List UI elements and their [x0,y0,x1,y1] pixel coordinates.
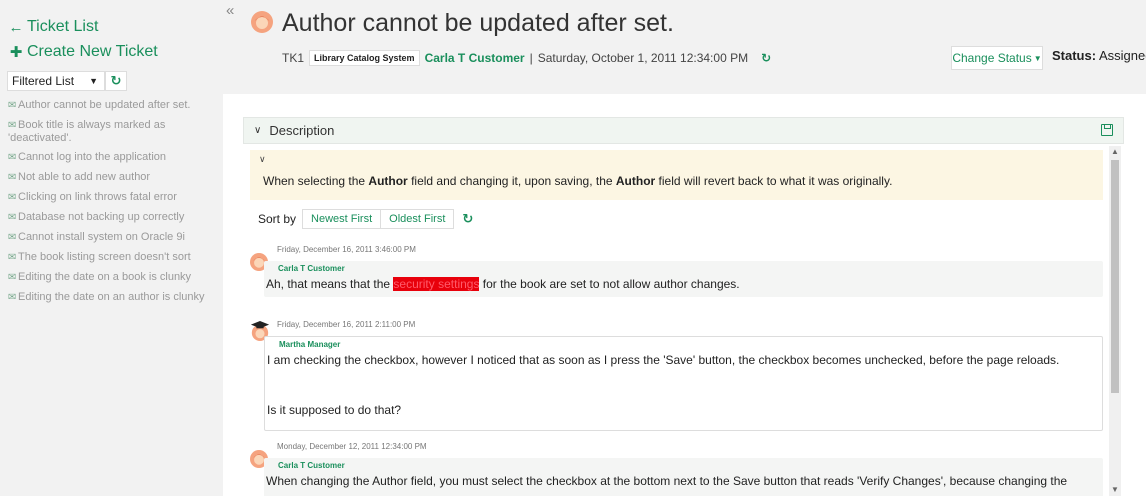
arrow-left-icon: ← [8,18,24,36]
sort-oldest-button[interactable]: Oldest First [381,209,455,229]
sort-bar: Sort by Newest First Oldest First ↻ [258,209,473,229]
ticket-list-item[interactable]: ✉ Not able to add new author [8,171,208,184]
user-avatar-icon [251,11,273,33]
comment-body: Martha Manager I am checking the checkbo… [264,336,1103,431]
scroll-down-icon[interactable]: ▼ [1109,485,1121,494]
chevron-down-icon[interactable]: ∨ [259,154,266,165]
envelope-icon: ✉ [8,172,17,183]
caret-down-icon: ▼ [89,76,98,86]
ticket-list: ✉ Author cannot be updated after set. ✉ Boo… [8,99,208,311]
ticket-list-item-label: Book title is always marked as 'deactiva… [8,119,166,144]
comment-date: Friday, December 16, 2011 3:46:00 PM [277,245,416,254]
comment-text: When changing the Author field, you must… [266,474,1068,488]
comment-text: Ah, that means that the security setting… [266,277,740,291]
filter-selected-value: Filtered List [12,74,75,88]
comment-text-part: for the book are set to not allow author… [479,277,740,291]
ticket-list-item[interactable]: ✉ Book title is always marked as 'deactiv… [8,119,208,144]
description-body: ∨ When selecting the Author field and ch… [250,150,1103,200]
change-status-button[interactable]: Change Status ▼ [951,46,1043,70]
plus-icon: ✚ [9,44,23,61]
ticket-list-item[interactable]: ✉ Clicking on link throws fatal error [8,191,208,204]
vertical-scrollbar[interactable]: ▲ ▼ [1109,146,1121,496]
ticket-author-link[interactable]: Carla T Customer [425,51,525,65]
ticket-list-link[interactable]: ← Ticket List [8,18,99,36]
ticket-list-item[interactable]: ✉ Cannot install system on Oracle 9i [8,231,208,244]
comment-text: I am checking the checkbox, however I no… [267,353,1060,367]
caret-down-icon: ▼ [1033,53,1042,63]
floppy-disk-icon[interactable] [1101,124,1113,136]
description-bold: Author [368,174,408,188]
page-title: Author cannot be updated after set. [282,9,674,37]
refresh-icon[interactable]: ↻ [462,211,473,227]
change-status-label: Change Status [952,51,1032,65]
comment-author-link[interactable]: Carla T Customer [278,461,345,470]
scrollbar-thumb[interactable] [1111,160,1119,393]
filter-select[interactable]: Filtered List ▼ [7,71,105,91]
description-text: When selecting the Author field and chan… [263,174,892,188]
ticket-list-item[interactable]: ✉ The book listing screen doesn't sort [8,251,208,264]
refresh-icon[interactable]: ↻ [105,71,127,91]
ticket-list-item-label: Cannot install system on Oracle 9i [18,231,185,243]
create-ticket-label: Create New Ticket [27,43,158,60]
chevron-down-icon: ∨ [254,125,262,136]
description-text-part: field will revert back to what it was or… [655,174,893,188]
status-value: Assigned [1098,48,1146,63]
comment-text-part: Ah, that means that the [266,277,394,291]
ticket-list-item[interactable]: ✉ Cannot log into the application [8,151,208,164]
comment-author-link[interactable]: Martha Manager [279,340,340,349]
ticket-list-item-label: Not able to add new author [18,171,151,183]
envelope-icon: ✉ [8,292,17,303]
ticket-list-label: Ticket List [27,18,99,35]
description-text-part: field and changing it, upon saving, the [407,174,616,188]
envelope-icon: ✉ [8,272,17,283]
ticket-meta: TK1 Library Catalog System Carla T Custo… [282,50,771,66]
status-display: Status: Assigned [1052,48,1146,63]
comment-author-link[interactable]: Carla T Customer [278,264,345,273]
comment-date: Monday, December 12, 2011 12:34:00 PM [277,442,427,451]
description-content: ∨ When selecting the Author field and ch… [250,150,1103,496]
sidebar: ← Ticket List ✚ Create New Ticket Filter… [0,0,216,496]
ticket-list-item-label: Author cannot be updated after set. [18,99,191,111]
envelope-icon: ✉ [8,232,17,243]
description-section-header[interactable]: ∨ Description [243,117,1124,144]
sort-newest-button[interactable]: Newest First [302,209,382,229]
ticket-list-item-label: The book listing screen doesn't sort [18,251,191,263]
ticket-id: TK1 [282,51,305,65]
description-bold: Author [615,174,656,188]
ticket-list-item[interactable]: ✉ Editing the date on an author is clunky [8,291,208,304]
main-panel: ∨ Description ▲ ▼ ∨ When selecting the A… [223,94,1146,496]
ticket-list-item-label: Database not backing up correctly [18,211,185,223]
ticket-list-item[interactable]: ✉ Database not backing up correctly [8,211,208,224]
collapse-sidebar-icon[interactable]: « [226,2,234,19]
envelope-icon: ✉ [8,192,17,203]
ticket-list-item[interactable]: ✉ Author cannot be updated after set. [8,99,208,112]
description-text-part: When selecting the [263,174,369,188]
create-ticket-link[interactable]: ✚ Create New Ticket [8,43,158,61]
ticket-list-item-label: Editing the date on an author is clunky [18,291,205,303]
comment-body: Carla T Customer When changing the Autho… [264,458,1103,496]
envelope-icon: ✉ [8,252,17,263]
ticket-list-item-label: Clicking on link throws fatal error [18,191,177,203]
filter-controls: Filtered List ▼ ↻ [7,70,130,92]
ticket-list-item-label: Editing the date on a book is clunky [18,271,192,283]
ticket-list-item-label: Cannot log into the application [18,151,166,163]
project-badge: Library Catalog System [309,50,420,66]
status-label: Status: [1052,48,1097,63]
description-section-label: Description [269,123,335,138]
envelope-icon: ✉ [8,152,17,163]
scroll-up-icon[interactable]: ▲ [1109,147,1121,156]
meta-separator: | [529,51,533,65]
sort-label: Sort by [258,212,297,226]
envelope-icon: ✉ [8,212,17,223]
ticket-list-item[interactable]: ✉ Editing the date on a book is clunky [8,271,208,284]
envelope-icon: ✉ [8,120,17,131]
ticket-date: Saturday, October 1, 2011 12:34:00 PM [537,51,749,65]
highlighted-text: security settings [393,277,480,291]
comment-date: Friday, December 16, 2011 2:11:00 PM [277,320,416,329]
refresh-icon[interactable]: ↻ [761,51,771,65]
comment-text: Is it supposed to do that? [267,403,402,417]
envelope-icon: ✉ [8,100,17,111]
comment-body: Carla T Customer Ah, that means that the… [264,261,1103,297]
